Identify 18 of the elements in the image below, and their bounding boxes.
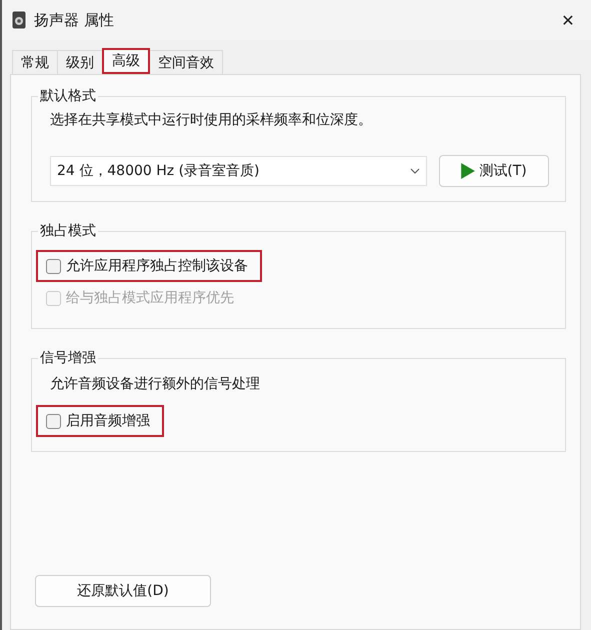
play-icon xyxy=(461,163,476,179)
description-text: 选择在共享模式中运行时使用的采样频率和位深度。 xyxy=(50,111,373,129)
group-title: 默认格式 xyxy=(39,87,97,105)
window-title: 扬声器 属性 xyxy=(34,10,115,30)
close-button[interactable]: ✕ xyxy=(545,0,591,40)
speaker-icon xyxy=(12,11,26,29)
checkbox-option[interactable]: 允许应用程序独占控制该设备 xyxy=(46,257,248,275)
checkbox-option[interactable]: 启用音频增强 xyxy=(46,412,150,430)
group-title: 独占模式 xyxy=(39,222,97,240)
tab[interactable]: 空间音效 xyxy=(149,50,223,74)
format-dropdown[interactable]: 24 位，48000 Hz (录音室音质) xyxy=(50,156,427,186)
test-button[interactable]: 测试(T) xyxy=(439,155,549,187)
tab[interactable]: 高级 xyxy=(102,48,150,74)
group-title: 信号增强 xyxy=(39,349,97,367)
chevron-down-icon xyxy=(410,168,420,174)
tab[interactable]: 常规 xyxy=(12,50,58,74)
restore-defaults-button[interactable]: 还原默认值(D) xyxy=(35,575,211,607)
description-text: 允许音频设备进行额外的信号处理 xyxy=(50,375,261,393)
